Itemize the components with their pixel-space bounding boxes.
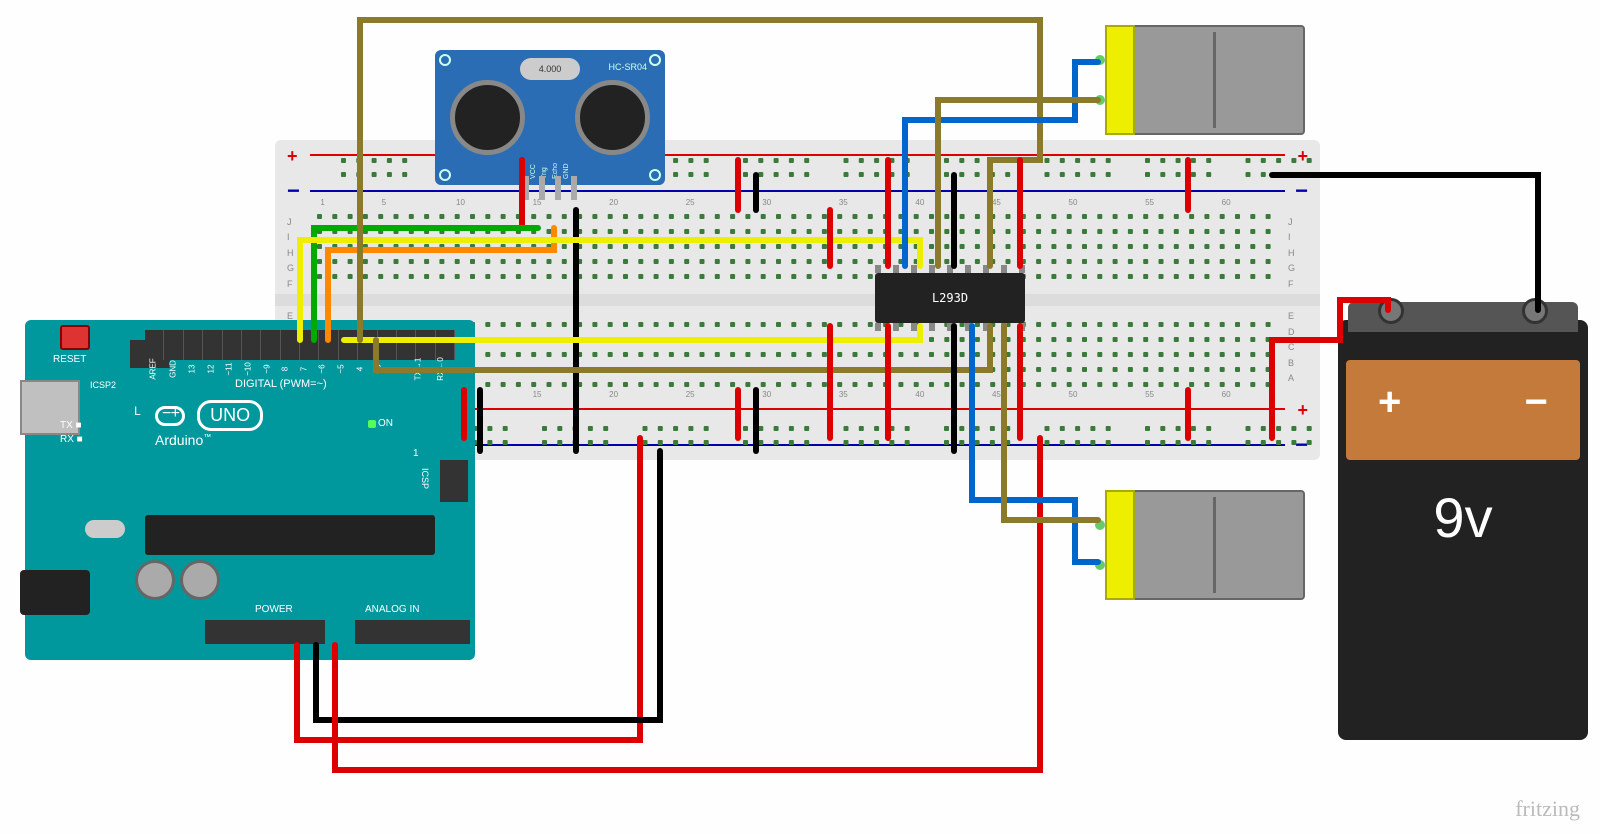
battery-voltage-label: 9v: [1338, 485, 1588, 550]
barrel-jack: [20, 570, 90, 615]
one-label: 1: [413, 448, 419, 459]
digital-pin-labels: AREFGND1312~11~10~987~6~54~32TX→1RX←0: [145, 362, 455, 376]
infinity-icon: [155, 406, 185, 426]
rx-label: RX ■: [60, 434, 83, 445]
arduino-brand-text: Arduino™: [155, 432, 211, 448]
battery-plus-symbol: +: [1378, 380, 1401, 425]
icsp-header: [440, 460, 468, 502]
nine-volt-battery: + − 9v: [1338, 320, 1588, 740]
tx-label: TX ■: [60, 420, 82, 431]
battery-negative-terminal: [1522, 298, 1548, 324]
on-led: [368, 420, 376, 428]
uno-badge: UNO: [197, 400, 263, 431]
breadboard-col-labels-top: 151015202530354045505560: [315, 198, 1280, 210]
arduino-logo: UNO: [155, 400, 263, 431]
battery-minus-symbol: −: [1525, 380, 1548, 425]
dc-motor-bottom: [1045, 490, 1305, 600]
power-pin-header[interactable]: [205, 620, 325, 644]
led-l-label: L: [130, 404, 145, 418]
sensor-crystal: 4.000: [520, 58, 580, 80]
transducer-tx: [450, 80, 525, 155]
transducer-rx: [575, 80, 650, 155]
reset-label: RESET: [53, 354, 86, 365]
crystal-oscillator: [85, 520, 125, 538]
l293d-chip: L293D: [875, 273, 1025, 323]
digital-pin-header[interactable]: [145, 330, 455, 360]
analog-pin-header[interactable]: [355, 620, 470, 644]
power-section-label: POWER: [255, 604, 293, 615]
icsp2-label: ICSP2: [90, 380, 116, 390]
analog-section-label: ANALOG IN: [365, 604, 419, 615]
digital-section-label: DIGITAL (PWM=~): [235, 378, 327, 390]
fritzing-watermark: fritzing: [1515, 796, 1580, 822]
sensor-pins: [523, 176, 577, 200]
ultrasonic-sensor: 4.000 HC-SR04 VCCTrigEchoGND: [435, 50, 665, 185]
arduino-uno: RESET ICSP2 L TX ■ RX ■ AREFGND1312~11~1…: [25, 320, 475, 660]
breadboard-top-rail: + − + −: [275, 148, 1320, 198]
on-label: ON: [378, 418, 393, 429]
icsp-label: ICSP: [420, 468, 430, 489]
dc-motor-top: [1045, 25, 1305, 135]
sensor-model-label: HC-SR04: [608, 62, 647, 72]
reset-button[interactable]: [60, 325, 90, 350]
atmega-chip: [145, 515, 435, 555]
capacitors: [135, 560, 235, 610]
battery-positive-terminal: [1378, 298, 1404, 324]
